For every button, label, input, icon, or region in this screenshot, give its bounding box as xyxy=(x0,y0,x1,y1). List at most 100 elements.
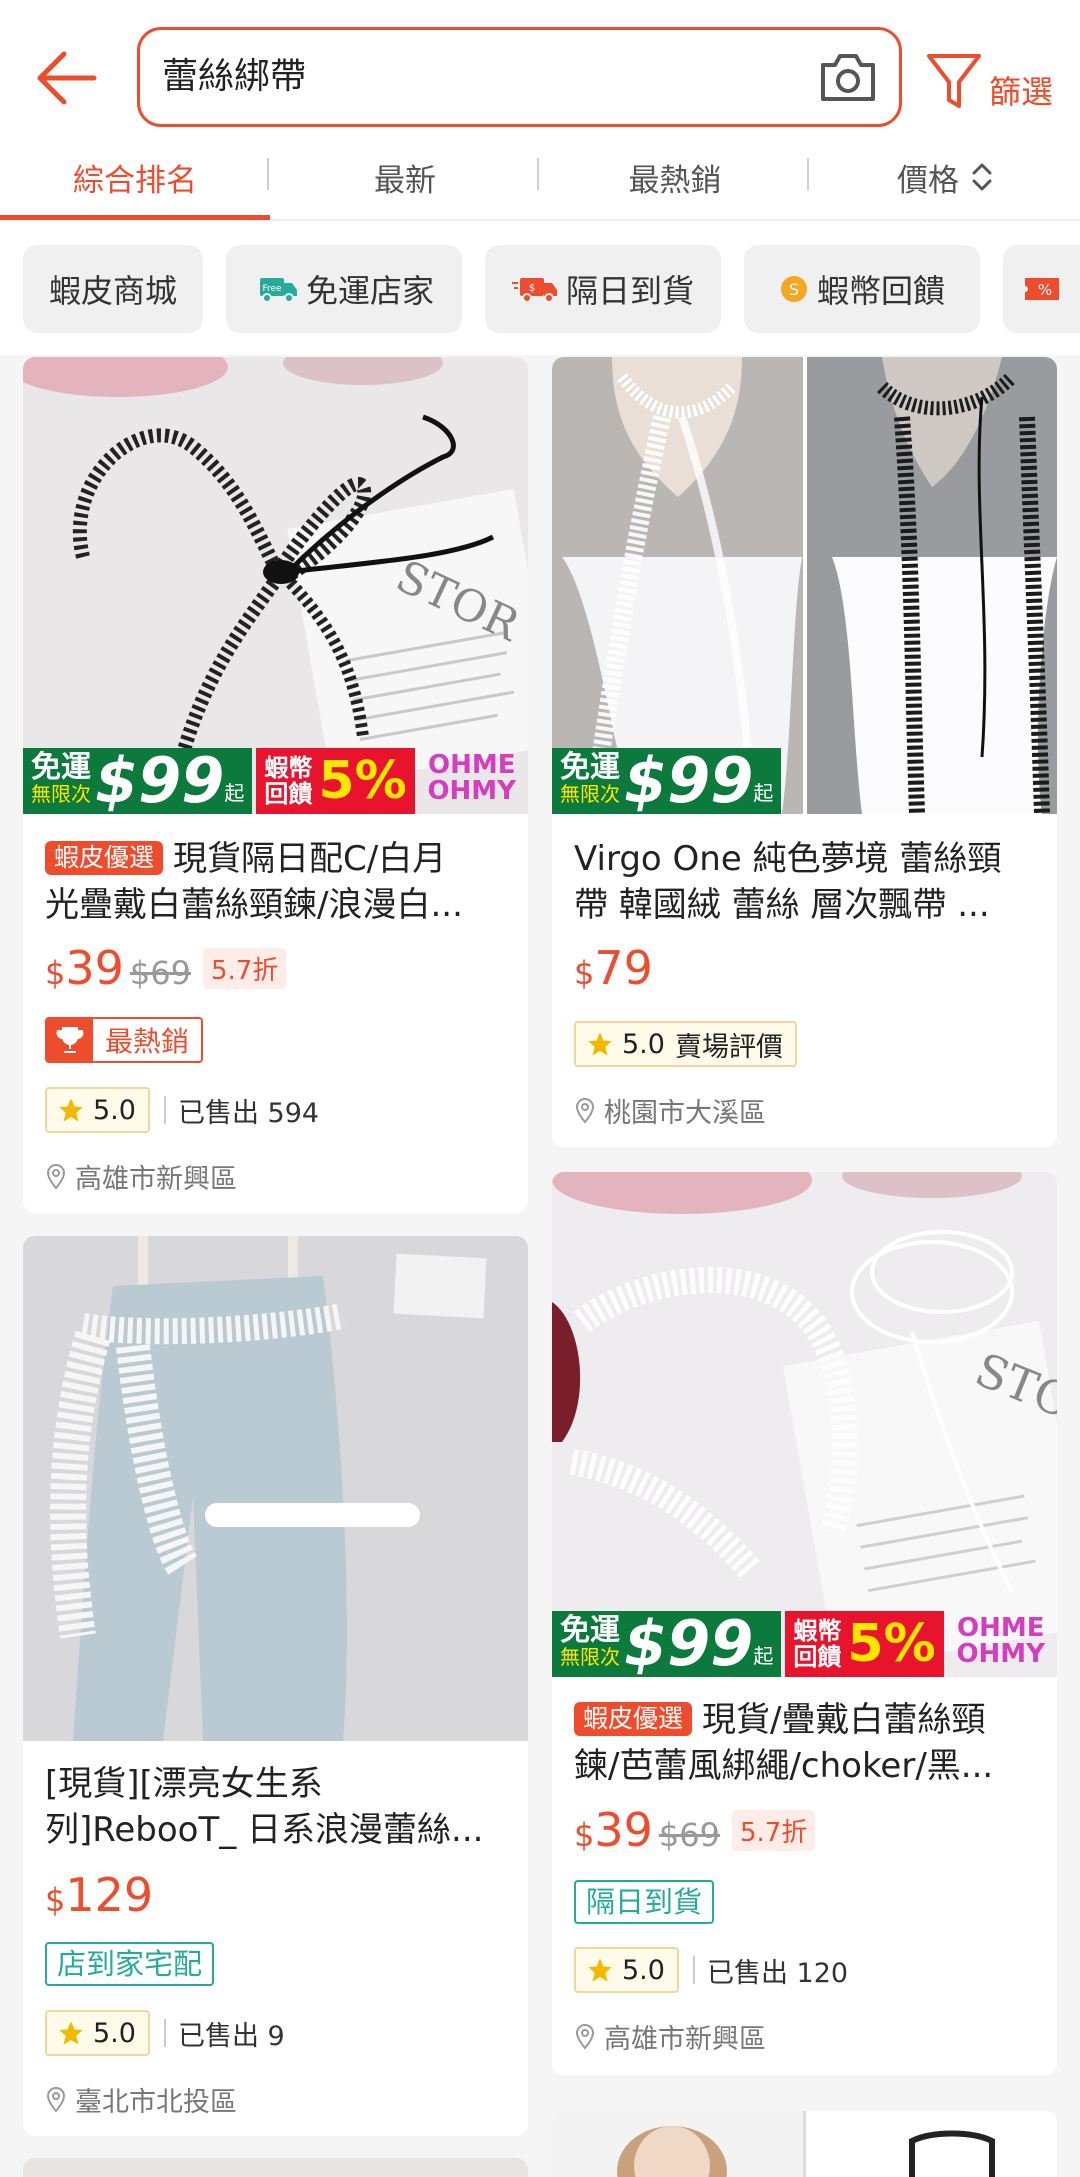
tab-relevance[interactable]: 綜合排名 xyxy=(0,135,270,219)
shop-rating-badge: 5.0 賣場評價 xyxy=(574,1021,797,1067)
title-text: 列]RebooT_ 日系浪漫蕾絲... xyxy=(45,1810,484,1850)
fast-delivery-truck-icon: $ xyxy=(511,274,558,304)
top-bar: 蕾絲綁帶 篩選 xyxy=(0,0,1080,135)
product-title: Virgo One 純色夢境 蕾絲頸 帶 韓國絨 蕾絲 層次飄帶 ... xyxy=(574,836,1035,928)
camera-search-button[interactable] xyxy=(815,47,881,107)
title-text: Virgo One 純色夢境 蕾絲頸 xyxy=(574,839,1002,879)
brand-logo: OHME OHMY xyxy=(956,1615,1045,1667)
best-seller-label: 最熱銷 xyxy=(105,1025,190,1058)
back-button[interactable] xyxy=(28,40,104,116)
star-icon xyxy=(57,1096,85,1124)
product-card-partial[interactable] xyxy=(23,2158,528,2177)
promo-text: 回饋 xyxy=(793,1643,842,1671)
chip-shopee-mall[interactable]: 蝦皮商城 xyxy=(23,245,203,333)
svg-text:S: S xyxy=(789,280,799,299)
logo-text: OHMY xyxy=(427,776,516,806)
home-delivery-tag: 店到家宅配 xyxy=(45,1942,215,1986)
product-card-partial[interactable] xyxy=(552,2111,1057,2177)
active-tab-indicator xyxy=(0,215,270,220)
star-icon xyxy=(586,1030,614,1058)
logo-text: OHMY xyxy=(956,1639,1045,1669)
location-text: 桃園市大溪區 xyxy=(604,1098,766,1129)
original-price: $69 xyxy=(658,1816,720,1854)
rating-row: 5.0 已售出 594 xyxy=(45,1087,319,1133)
product-image-partial xyxy=(552,2111,1057,2177)
rating-row: 5.0 已售出 9 xyxy=(45,2010,285,2056)
product-photo-white-lace-choker: STOR xyxy=(552,1172,1057,1677)
trophy-icon xyxy=(47,1019,93,1061)
price-row: $ 39 $69 5.7折 xyxy=(45,941,287,995)
currency-symbol: $ xyxy=(45,1881,66,1919)
chip-label: 隔日到貨 xyxy=(565,272,694,310)
product-image-partial xyxy=(23,2158,528,2177)
free-shipping-promo: 免運 無限次 $99 起 xyxy=(552,1611,782,1677)
chip-more-voucher[interactable]: % xyxy=(1003,245,1080,333)
sort-up-down-icon xyxy=(972,163,992,191)
logo-text: OHME xyxy=(956,1613,1045,1643)
rating-value: 5.0 xyxy=(93,1094,136,1126)
currency-symbol: $ xyxy=(574,954,595,992)
price-row: $ 79 xyxy=(574,941,653,995)
tab-top-sales[interactable]: 最熱銷 xyxy=(540,135,810,219)
chip-next-day-delivery[interactable]: $ 隔日到貨 xyxy=(485,245,721,333)
chip-coin-cashback[interactable]: S 蝦幣回饋 xyxy=(744,245,980,333)
location-pin-icon xyxy=(45,2086,67,2114)
price: 79 xyxy=(594,941,653,995)
location-text: 高雄市新興區 xyxy=(75,1164,237,1195)
svg-text:$: $ xyxy=(529,283,535,294)
price: 39 xyxy=(65,941,124,995)
divider xyxy=(692,1956,695,1984)
location-pin-icon xyxy=(574,1097,596,1125)
filter-funnel-icon xyxy=(927,54,981,108)
arrow-left-icon xyxy=(37,51,97,105)
sold-count: 已售出 594 xyxy=(177,1097,320,1129)
tab-price[interactable]: 價格 xyxy=(810,135,1080,219)
svg-text:Free: Free xyxy=(262,284,282,294)
product-title: [現貨][漂亮女生系 列]RebooT_ 日系浪漫蕾絲... xyxy=(45,1761,506,1853)
best-seller-badge: 最熱銷 xyxy=(45,1017,204,1063)
free-shipping-promo: 免運 無限次 $99 起 xyxy=(552,748,782,814)
next-day-delivery-tag: 隔日到貨 xyxy=(574,1880,715,1924)
chip-label: 蝦皮商城 xyxy=(48,272,177,310)
discount-badge: 5.7折 xyxy=(731,1809,816,1851)
filter-button[interactable]: 篩選 xyxy=(925,42,1075,118)
tab-latest[interactable]: 最新 xyxy=(270,135,540,219)
chip-free-shipping[interactable]: Free 免運店家 xyxy=(226,245,462,333)
search-input[interactable]: 蕾絲綁帶 xyxy=(137,27,902,127)
promo-text: 無限次 xyxy=(560,782,620,806)
price-row: $ 129 xyxy=(45,1868,153,1922)
location-row: 臺北市北投區 xyxy=(45,2080,237,2119)
product-card[interactable]: 免運 無限次 $99 起 Virgo One 純色夢境 蕾絲頸 帶 韓國絨 蕾絲… xyxy=(552,357,1057,1147)
product-image xyxy=(23,1236,528,1741)
tab-price-label: 價格 xyxy=(897,162,959,199)
location-text: 高雄市新興區 xyxy=(604,2024,766,2055)
rating-row: 5.0 賣場評價 xyxy=(574,1021,797,1067)
product-card[interactable]: STOR 免運 無限次 $99 起 蝦幣 回饋 5% OHME OHMY 蝦皮優… xyxy=(23,357,528,1213)
title-text: [現貨][漂亮女生系 xyxy=(45,1764,323,1804)
star-icon xyxy=(57,2019,85,2047)
product-card[interactable]: [現貨][漂亮女生系 列]RebooT_ 日系浪漫蕾絲... $ 129 店到家… xyxy=(23,1236,528,2136)
rating-badge: 5.0 xyxy=(45,2010,150,2056)
product-image: STOR 免運 無限次 $99 起 蝦幣 回饋 5% OHME OHMY xyxy=(552,1172,1057,1677)
title-text: 現貨/疊戴白蕾絲頸 xyxy=(702,1700,986,1740)
product-title: 蝦皮優選 現貨/疊戴白蕾絲頸 鍊/芭蕾風綁繩/choker/黑... xyxy=(574,1697,1035,1789)
coin-cashback-promo: 蝦幣 回饋 5% xyxy=(256,748,415,814)
product-image: STOR 免運 無限次 $99 起 蝦幣 回饋 5% OHME OHMY xyxy=(23,357,528,814)
divider xyxy=(163,1096,166,1124)
title-text: 現貨隔日配C/白月 xyxy=(173,839,447,879)
coin-icon: S xyxy=(779,274,809,304)
location-pin-icon xyxy=(574,2023,596,2051)
sort-tabs: 綜合排名 最新 最熱銷 價格 xyxy=(0,135,1080,221)
promo-overlay: 免運 無限次 $99 起 xyxy=(552,748,782,814)
brand-logo: OHME OHMY xyxy=(427,752,516,804)
promo-overlay: 免運 無限次 $99 起 蝦幣 回饋 5% xyxy=(552,1611,944,1677)
location-row: 高雄市新興區 xyxy=(45,1157,237,1196)
currency-symbol: $ xyxy=(574,1816,595,1854)
tab-divider xyxy=(807,158,809,190)
product-card[interactable]: STOR 免運 無限次 $99 起 蝦幣 回饋 5% OHME OHMY 蝦皮優… xyxy=(552,1172,1057,2075)
price-row: $ 39 $69 5.7折 xyxy=(574,1803,816,1857)
location-pin-icon xyxy=(45,1163,67,1191)
rating-value: 5.0 xyxy=(93,2017,136,2049)
original-price: $69 xyxy=(129,954,191,992)
promo-text: 免運 xyxy=(560,1613,620,1648)
